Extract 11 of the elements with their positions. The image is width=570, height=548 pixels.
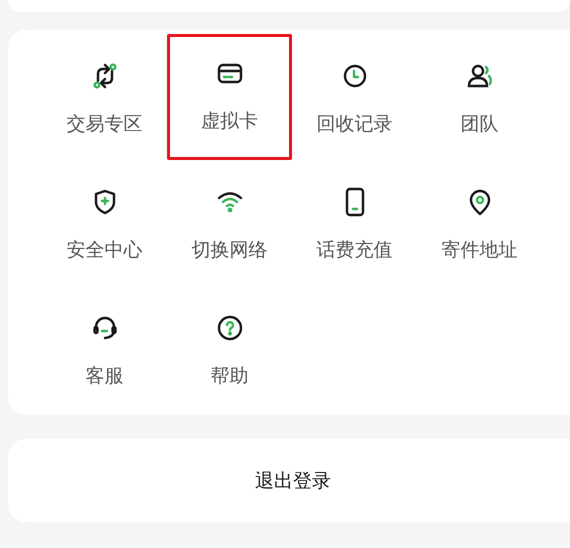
logout-button[interactable]: 退出登录 [8, 439, 570, 522]
menu-item[interactable]: 寄件地址 [417, 160, 542, 286]
menu-item[interactable]: 帮助 [167, 286, 292, 412]
menu-item[interactable]: 切换网络 [167, 160, 292, 286]
menu-item[interactable]: 交易专区 [42, 34, 167, 160]
menu-item[interactable]: 团队 [417, 34, 542, 160]
menu-item[interactable]: 话费充值 [292, 160, 417, 286]
menu-item[interactable]: 安全中心 [42, 160, 167, 286]
menu-item[interactable]: 虚拟卡 [167, 34, 292, 160]
menu-item[interactable]: 回收记录 [292, 34, 417, 160]
menu-item[interactable]: 客服 [42, 286, 167, 412]
